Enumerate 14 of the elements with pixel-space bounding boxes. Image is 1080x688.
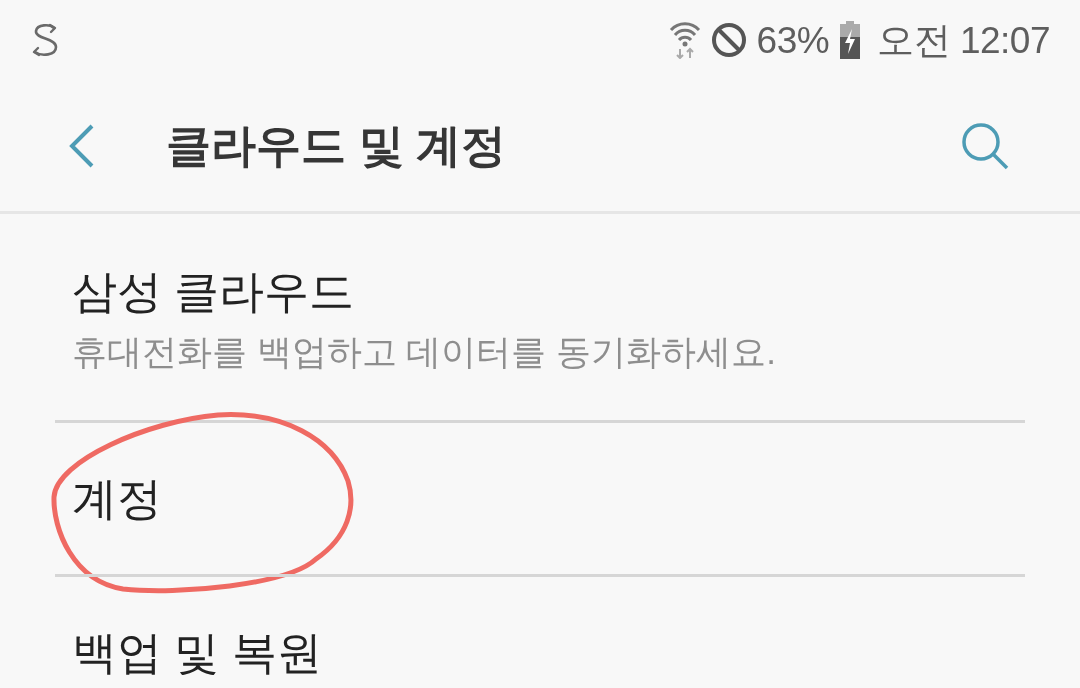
- menu-item-title[interactable]: 백업 및 복원: [72, 626, 322, 680]
- battery-percent: 63%: [756, 21, 830, 59]
- menu-item-title[interactable]: 계정: [72, 471, 162, 526]
- wifi-icon: [668, 21, 701, 59]
- back-chevron-icon: [68, 122, 96, 169]
- battery-charging-icon: [839, 21, 862, 59]
- page-title: 클라우드 및 계정: [166, 118, 506, 173]
- no-entry-icon: [710, 22, 747, 58]
- menu-item-description: 휴대전화를 백업하고 데이터를 동기화하세요.: [72, 331, 777, 374]
- menu-item-title[interactable]: 삼성 클라우드: [72, 265, 355, 319]
- search-icon: [960, 120, 1010, 171]
- back-button[interactable]: [68, 122, 96, 169]
- search-button[interactable]: [960, 120, 1010, 171]
- status-time: 오전 12:07: [877, 21, 1050, 59]
